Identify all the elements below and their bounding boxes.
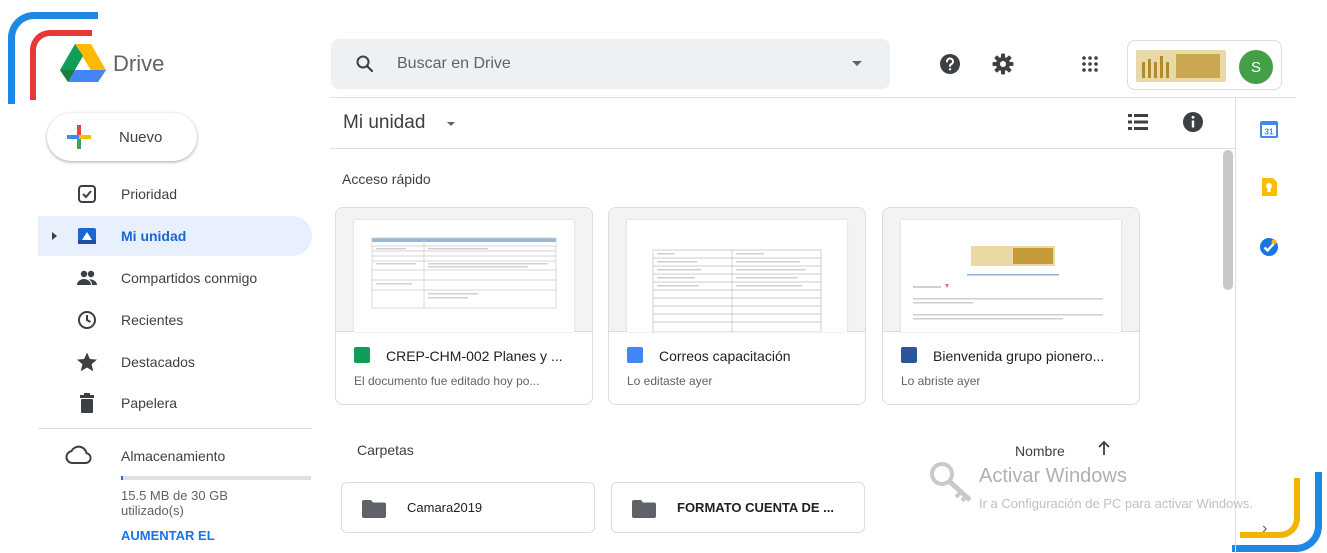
avatar[interactable]: S xyxy=(1239,50,1273,84)
my-drive-icon xyxy=(78,228,96,244)
sidebar-item-label: Papelera xyxy=(121,395,178,411)
tasks-icon[interactable] xyxy=(1258,236,1280,258)
file-name: CREP-CHM-002 Planes y ... xyxy=(386,348,563,364)
new-button[interactable]: Nuevo xyxy=(47,113,197,161)
settings-icon[interactable] xyxy=(991,52,1015,76)
quick-access-card[interactable]: Correos capacitación Lo editaste ayer xyxy=(608,207,866,405)
folder-name: Camara2019 xyxy=(407,500,483,515)
folder-item[interactable]: Camara2019 xyxy=(341,482,595,533)
folder-item[interactable]: FORMATO CUENTA DE ... xyxy=(611,482,865,533)
file-activity: Lo abriste ayer xyxy=(901,374,981,388)
storage-label[interactable]: Almacenamiento xyxy=(121,448,225,464)
folder-icon xyxy=(632,500,656,518)
expand-side-panel-chevron-icon[interactable]: › xyxy=(1262,520,1267,538)
sidebar-item-shared[interactable]: Compartidos conmigo xyxy=(38,258,312,298)
sidebar-item-label: Mi unidad xyxy=(121,228,187,244)
keep-icon[interactable] xyxy=(1258,176,1280,198)
priority-check-icon xyxy=(78,185,96,203)
sidebar-item-priority[interactable]: Prioridad xyxy=(38,174,312,214)
sidebar-divider xyxy=(38,428,312,429)
document-preview xyxy=(627,220,847,332)
file-name: Correos capacitación xyxy=(659,348,791,364)
spreadsheet-preview xyxy=(354,220,574,332)
expand-arrow-icon[interactable] xyxy=(52,232,57,240)
info-icon[interactable] xyxy=(1182,111,1204,133)
sidebar-item-trash[interactable]: Papelera xyxy=(38,383,312,423)
file-activity: Lo editaste ayer xyxy=(627,374,713,388)
app-name: Drive xyxy=(113,51,165,76)
title-chevron-down-icon[interactable] xyxy=(447,122,455,126)
new-button-label: Nuevo xyxy=(119,128,163,146)
sidebar-item-label: Compartidos conmigo xyxy=(121,270,258,286)
page-title[interactable]: Mi unidad xyxy=(343,112,425,134)
search-options-chevron-icon[interactable] xyxy=(852,61,862,66)
search-icon[interactable] xyxy=(355,54,375,74)
main-scrollbar-thumb[interactable] xyxy=(1223,150,1233,290)
sidebar-item-starred[interactable]: Destacados xyxy=(38,342,312,382)
calendar-day: 31 xyxy=(1265,128,1274,137)
organization-logo xyxy=(1136,50,1226,82)
side-panel-divider xyxy=(1235,97,1236,553)
folder-name: FORMATO CUENTA DE ... xyxy=(677,500,834,515)
clock-icon xyxy=(78,311,96,329)
file-name: Bienvenida grupo pionero... xyxy=(933,348,1105,364)
quick-access-card[interactable]: Bienvenida grupo pionero... Lo abriste a… xyxy=(882,207,1140,405)
activation-watermark-subtitle: Ir a Configuración de PC para activar Wi… xyxy=(979,496,1253,511)
star-icon xyxy=(77,352,97,372)
header-divider xyxy=(330,97,1295,98)
storage-usage-bar xyxy=(121,476,311,480)
file-activity: El documento fue editado hoy po... xyxy=(354,374,540,388)
sheets-icon xyxy=(354,347,370,363)
help-icon[interactable] xyxy=(938,52,962,76)
folders-title: Carpetas xyxy=(357,442,414,458)
search-input[interactable] xyxy=(397,55,837,73)
sidebar-item-label: Destacados xyxy=(121,354,195,370)
word-icon xyxy=(901,347,917,363)
sort-by-name-button[interactable]: Nombre xyxy=(1015,443,1065,459)
quick-access-card[interactable]: CREP-CHM-002 Planes y ... El documento f… xyxy=(335,207,593,405)
account-area[interactable]: S xyxy=(1127,40,1282,90)
storage-usage-fill xyxy=(121,476,123,480)
list-view-icon[interactable] xyxy=(1128,114,1148,130)
search-bar[interactable] xyxy=(331,39,890,89)
file-thumbnail xyxy=(609,208,865,332)
sidebar-item-label: Recientes xyxy=(121,312,184,328)
sort-ascending-arrow-icon[interactable] xyxy=(1097,440,1111,456)
apps-grid-icon[interactable] xyxy=(1078,52,1102,76)
drive-logo-icon[interactable] xyxy=(60,44,106,82)
docs-icon xyxy=(627,347,643,363)
people-icon xyxy=(77,270,97,285)
upgrade-storage-link[interactable]: AUMENTAR EL xyxy=(121,528,215,543)
sidebar-item-my-drive[interactable]: Mi unidad xyxy=(38,216,312,256)
key-icon xyxy=(930,462,972,503)
sidebar-item-label: Prioridad xyxy=(121,186,178,202)
folder-icon xyxy=(362,500,386,518)
quick-access-title: Acceso rápido xyxy=(342,171,431,187)
activation-watermark-title: Activar Windows xyxy=(979,465,1127,487)
file-thumbnail xyxy=(336,208,592,332)
plus-icon xyxy=(67,125,91,149)
trash-icon xyxy=(80,393,94,413)
file-thumbnail xyxy=(883,208,1139,332)
calendar-icon[interactable]: 31 xyxy=(1258,118,1280,140)
word-document-preview xyxy=(901,220,1121,332)
storage-used-text: 15.5 MB de 30 GB utilizado(s) xyxy=(121,488,228,518)
sidebar-item-recent[interactable]: Recientes xyxy=(38,300,312,340)
cloud-icon xyxy=(65,445,92,464)
main-divider xyxy=(330,148,1235,149)
